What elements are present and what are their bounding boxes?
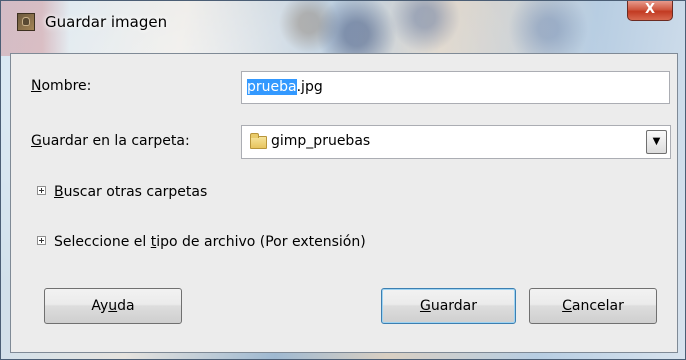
name-label: Nombre: xyxy=(31,78,91,94)
folder-label: Guardar en la carpeta: xyxy=(31,133,190,149)
filetype-label-end: ipo de archivo (Por extensión) xyxy=(156,234,366,250)
cancel-text: ancelar xyxy=(571,298,624,314)
help-mnemonic: u xyxy=(108,298,118,314)
title-bar[interactable]: Guardar imagen X xyxy=(1,1,685,41)
help-button[interactable]: Ayuda xyxy=(44,288,182,324)
folder-icon xyxy=(250,133,267,149)
filename-input[interactable]: prueba.jpg xyxy=(241,71,670,104)
help-text-start: Ay xyxy=(91,298,109,314)
folder-combo[interactable]: gimp_pruebas ▼ xyxy=(241,125,671,159)
filename-selected-text: prueba xyxy=(247,79,297,95)
folder-combo-value: gimp_pruebas xyxy=(271,133,371,149)
window-title: Guardar imagen xyxy=(45,13,168,31)
help-text-end: da xyxy=(117,298,135,314)
dialog-window: Guardar imagen X Nombre: prueba.jpg Guar… xyxy=(0,0,686,360)
folder-label-mnemonic: G xyxy=(31,133,42,149)
expand-plus-icon xyxy=(37,186,46,195)
save-button[interactable]: Guardar xyxy=(381,288,516,324)
close-button[interactable]: X xyxy=(627,1,673,21)
filename-extension-text: .jpg xyxy=(296,79,323,95)
name-label-mnemonic: N xyxy=(31,78,42,94)
browse-folders-expander[interactable]: Buscar otras carpetas xyxy=(37,184,207,200)
gimp-app-icon xyxy=(17,13,35,31)
dialog-content: Nombre: prueba.jpg Guardar en la carpeta… xyxy=(10,53,678,353)
browse-mnemonic: B xyxy=(54,184,64,200)
save-mnemonic: G xyxy=(419,298,431,314)
file-type-expander[interactable]: Seleccione el tipo de archivo (Por exten… xyxy=(37,234,366,250)
dropdown-arrow-icon[interactable]: ▼ xyxy=(646,130,667,154)
folder-label-text: uardar en la carpeta: xyxy=(41,133,190,149)
cancel-button[interactable]: Cancelar xyxy=(529,288,657,324)
browse-label: uscar otras carpetas xyxy=(63,184,208,200)
cancel-mnemonic: C xyxy=(562,298,572,314)
filetype-label-start: Seleccione el xyxy=(54,234,151,250)
save-text: uardar xyxy=(430,298,478,314)
expand-plus-icon xyxy=(37,236,46,245)
name-label-text: ombre: xyxy=(41,78,92,94)
